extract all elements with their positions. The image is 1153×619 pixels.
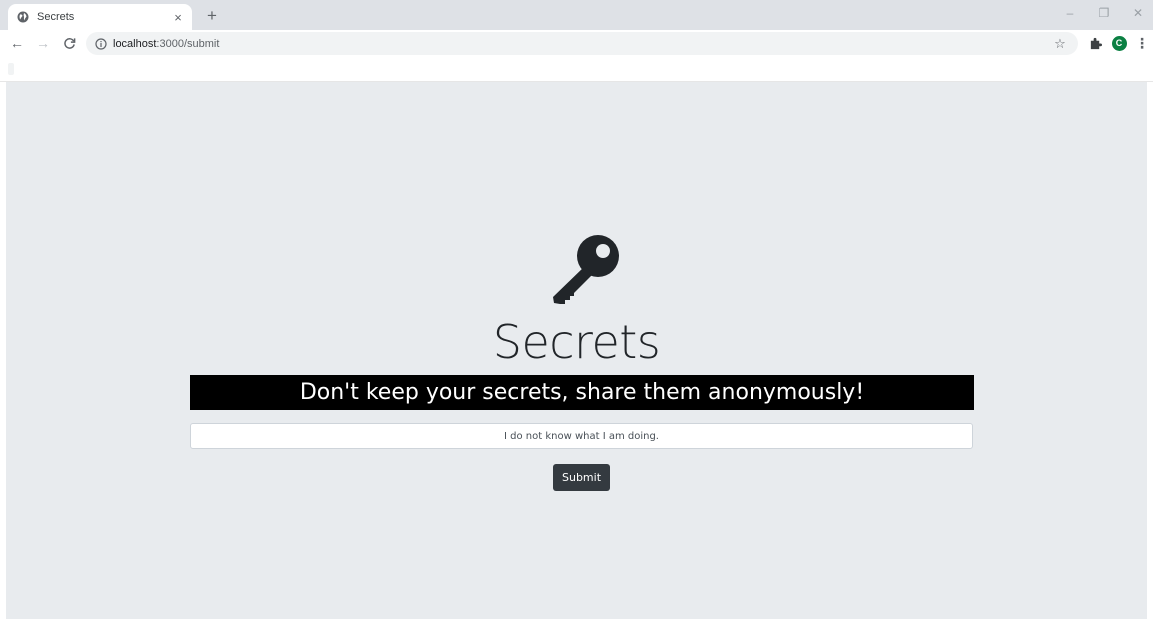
new-tab-button[interactable]: + bbox=[202, 6, 222, 26]
submit-button[interactable]: Submit bbox=[553, 464, 610, 491]
key-icon bbox=[541, 232, 623, 308]
close-tab-icon[interactable]: × bbox=[170, 9, 186, 25]
close-window-button[interactable]: ✕ bbox=[1124, 4, 1152, 22]
address-bar[interactable]: localhost:3000/submit ☆ bbox=[86, 32, 1078, 55]
avatar: C bbox=[1111, 35, 1127, 51]
minimize-button[interactable]: – bbox=[1056, 4, 1084, 22]
browser-toolbar: ← → localhost:3000/submit ☆ C ⋮ bbox=[0, 30, 1153, 57]
page-title: Secrets bbox=[492, 315, 661, 369]
tagline-banner: Don't keep your secrets, share them anon… bbox=[190, 375, 974, 410]
browser-chrome: Secrets × + – ❐ ✕ ← → localhost:3000/sub bbox=[0, 0, 1153, 82]
tab-secrets[interactable]: Secrets × bbox=[8, 4, 192, 30]
globe-icon bbox=[17, 11, 29, 23]
tagline-text: Don't keep your secrets, share them anon… bbox=[299, 380, 865, 405]
maximize-button[interactable]: ❐ bbox=[1090, 4, 1118, 22]
info-icon[interactable] bbox=[95, 37, 107, 50]
url-text[interactable]: localhost:3000/submit bbox=[113, 38, 1052, 50]
page-content: Secrets Don't keep your secrets, share t… bbox=[6, 82, 1147, 619]
menu-dots: ⋮ bbox=[1135, 34, 1149, 51]
bookmark-bar bbox=[0, 57, 1153, 82]
reload-button[interactable] bbox=[60, 34, 78, 52]
back-button[interactable]: ← bbox=[8, 34, 26, 52]
secret-input[interactable] bbox=[190, 423, 973, 449]
profile-button[interactable]: C bbox=[1110, 34, 1128, 52]
url-host: localhost bbox=[113, 37, 157, 50]
reload-icon bbox=[63, 37, 75, 49]
bookmark-bar-stub bbox=[8, 63, 14, 75]
bookmark-star-icon[interactable]: ☆ bbox=[1052, 36, 1068, 52]
tab-title: Secrets bbox=[37, 11, 75, 23]
page-viewport: Secrets Don't keep your secrets, share t… bbox=[6, 82, 1147, 619]
puzzle-icon[interactable] bbox=[1086, 34, 1104, 52]
tab-strip: Secrets × + – ❐ ✕ bbox=[0, 0, 1153, 30]
forward-button[interactable]: → bbox=[34, 34, 52, 52]
menu-icon[interactable]: ⋮ bbox=[1133, 34, 1151, 52]
url-path: :3000/submit bbox=[156, 37, 220, 50]
